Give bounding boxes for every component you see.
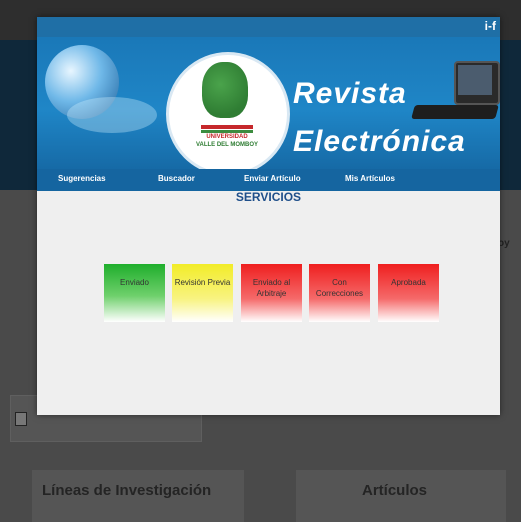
- logo-text-name: VALLE DEL MOMBOY: [195, 142, 259, 148]
- keyboard-icon: [411, 105, 499, 119]
- journal-header: UNIVERSIDAD VALLE DEL MOMBOY Revista Ele…: [37, 37, 500, 169]
- tree-icon: [202, 62, 248, 118]
- section-title-lineas: Líneas de Investigación: [42, 482, 212, 499]
- nav-item-enviar-articulo[interactable]: Enviar Artículo: [244, 174, 301, 183]
- status-card-enviado-arbitraje[interactable]: Enviado al Arbitraje: [241, 264, 302, 322]
- services-modal: i-f UNIVERSIDAD VALLE DEL MOMBOY Revista…: [37, 17, 500, 415]
- tablet-screen: [458, 65, 492, 95]
- main-nav: Sugerencias Buscador Enviar Artículo Mis…: [37, 169, 500, 191]
- status-card-aprobada[interactable]: Aprobada: [378, 264, 439, 322]
- status-card-con-correcciones[interactable]: Con Correcciones: [309, 264, 370, 322]
- logo-stripe-green: [201, 130, 253, 133]
- header-title-line1: Revista: [293, 77, 407, 110]
- nav-item-buscador[interactable]: Buscador: [158, 174, 195, 183]
- header-title-line2: Electrónica: [293, 125, 466, 158]
- status-card-enviado[interactable]: Enviado: [104, 264, 165, 322]
- close-icon[interactable]: i-f: [485, 19, 496, 33]
- section-title-articulos: Artículos: [362, 482, 428, 499]
- logo-stripe-red: [201, 125, 253, 129]
- status-card-revision-previa[interactable]: Revisión Previa: [172, 264, 233, 322]
- nav-item-sugerencias[interactable]: Sugerencias: [58, 174, 106, 183]
- document-icon: [15, 412, 27, 426]
- hand-graphic: [67, 97, 157, 133]
- modal-topbar: i-f: [37, 17, 500, 37]
- logo-text-university: UNIVERSIDAD: [206, 134, 248, 140]
- page-title: SERVICIOS: [235, 190, 302, 204]
- nav-item-mis-articulos[interactable]: Mis Artículos: [345, 174, 395, 183]
